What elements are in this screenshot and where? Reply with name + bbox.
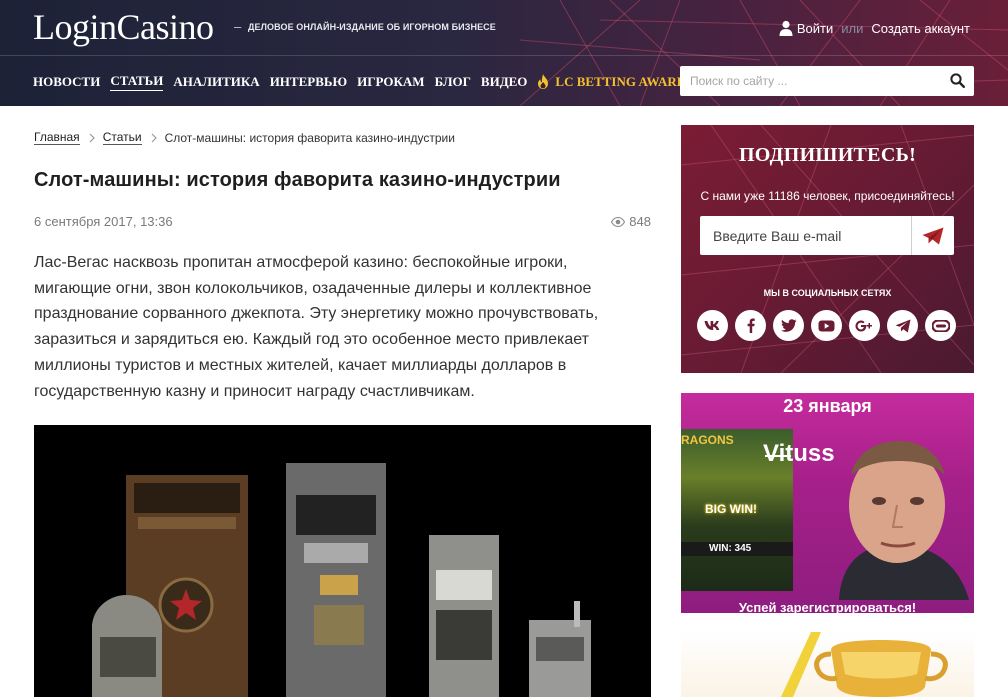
views-count: 848 bbox=[629, 214, 651, 229]
banner-win-amount: WIN: 345 bbox=[681, 542, 793, 556]
article-title: Слот-машины: история фаворита казино-инд… bbox=[34, 169, 561, 191]
breadcrumb: Главная Статьи Слот-машины: история фаво… bbox=[34, 131, 455, 145]
nav-item-interviews[interactable]: ИНТЕРВЬЮ bbox=[270, 74, 347, 91]
banner-date: 23 января bbox=[783, 396, 872, 416]
banner-game-title: RAGONS bbox=[681, 433, 734, 447]
facebook-icon[interactable] bbox=[735, 310, 766, 341]
subscribe-title: ПОДПИШИТЕСЬ! bbox=[738, 144, 917, 166]
banner-big-win: BIG WIN! bbox=[705, 502, 757, 516]
search-box bbox=[680, 66, 974, 96]
email-input[interactable] bbox=[700, 216, 910, 255]
subscribe-widget: ПОДПИШИТЕСЬ! С нами уже 11186 человек, п… bbox=[681, 125, 974, 373]
google-plus-icon[interactable] bbox=[849, 310, 880, 341]
breadcrumb-current: Слот-машины: история фаворита казино-инд… bbox=[164, 131, 455, 145]
breadcrumb-articles[interactable]: Статьи bbox=[102, 131, 142, 145]
chevron-right-icon bbox=[89, 133, 95, 143]
youtube-icon[interactable] bbox=[811, 310, 842, 341]
email-form bbox=[700, 216, 954, 255]
nav-item-video[interactable]: ВИДЕО bbox=[481, 74, 528, 91]
user-icon bbox=[779, 20, 793, 36]
telegram-icon[interactable] bbox=[887, 310, 918, 341]
logo-dash: – bbox=[234, 19, 242, 34]
trophy-illustration bbox=[781, 632, 948, 697]
promo-banner-awards[interactable] bbox=[681, 632, 974, 697]
vk-icon[interactable] bbox=[697, 310, 728, 341]
breadcrumb-home[interactable]: Главная bbox=[34, 131, 80, 145]
auth-or: или bbox=[841, 20, 864, 36]
subscribe-text: С нами уже 11186 человек, присоединяйтес… bbox=[700, 189, 955, 203]
slot-machines-illustration bbox=[34, 425, 651, 697]
nav-item-awards-label: LC BETTING AWARDS bbox=[555, 73, 694, 89]
flame-icon bbox=[538, 74, 549, 89]
nav-item-articles[interactable]: СТАТЬИ bbox=[110, 73, 164, 91]
nav-item-awards[interactable]: LC BETTING AWARDS bbox=[537, 74, 693, 91]
search-icon[interactable] bbox=[950, 73, 965, 88]
article-lead: Лас-Вегас насквозь пропитан атмосферой к… bbox=[34, 254, 599, 400]
nav-item-blog[interactable]: БЛОГ bbox=[435, 74, 471, 91]
site-logo[interactable]: LoginCasino bbox=[33, 6, 214, 48]
social-links bbox=[697, 310, 963, 341]
banner-portrait bbox=[839, 441, 969, 600]
article-views: 848 bbox=[611, 214, 651, 229]
main-nav: НОВОСТИ СТАТЬИ АНАЛИТИКА ИНТЕРВЬЮ ИГРОКА… bbox=[33, 73, 693, 91]
search-input[interactable] bbox=[680, 66, 944, 96]
article-image-slot-machines bbox=[34, 425, 651, 697]
header-divider bbox=[0, 55, 1008, 56]
nav-item-analytics[interactable]: АНАЛИТИКА bbox=[173, 74, 259, 91]
site-tagline: ДЕЛОВОЕ ОНЛАЙН-ИЗДАНИЕ ОБ ИГОРНОМ БИЗНЕС… bbox=[248, 22, 496, 32]
article-date: 6 сентября 2017, 13:36 bbox=[34, 214, 173, 229]
rss-icon[interactable] bbox=[925, 310, 956, 341]
nav-item-news[interactable]: НОВОСТИ bbox=[33, 74, 100, 91]
auth-links: Войти или Создать аккаунт bbox=[779, 20, 970, 36]
login-link[interactable]: Войти bbox=[797, 21, 833, 36]
social-label: МЫ В СОЦИАЛЬНЫХ СЕТЯХ bbox=[763, 288, 892, 298]
banner-cta: Успей зарегистрироваться! bbox=[738, 600, 917, 613]
subscribe-submit-button[interactable] bbox=[911, 216, 954, 255]
paper-plane-icon bbox=[922, 227, 944, 244]
site-header: LoginCasino – ДЕЛОВОЕ ОНЛАЙН-ИЗДАНИЕ ОБ … bbox=[0, 0, 1008, 106]
promo-banner-vituss[interactable]: 23 января RAGONS BIG WIN! WIN: 345 Vitus… bbox=[681, 393, 974, 613]
eye-icon bbox=[611, 216, 626, 227]
chevron-right-icon bbox=[151, 133, 157, 143]
twitter-icon[interactable] bbox=[773, 310, 804, 341]
register-link[interactable]: Создать аккаунт bbox=[871, 21, 970, 36]
nav-item-players[interactable]: ИГРОКАМ bbox=[357, 74, 424, 91]
